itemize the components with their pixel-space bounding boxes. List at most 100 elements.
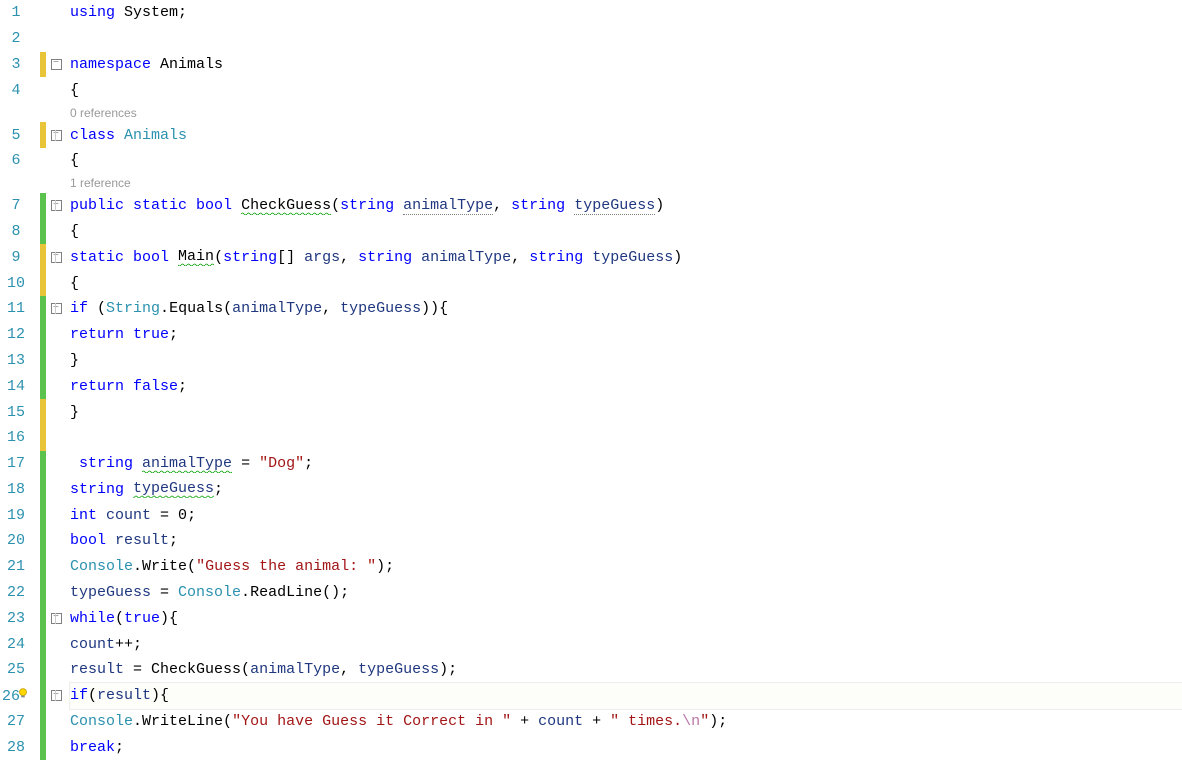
code-line[interactable]: count++; (70, 631, 1182, 657)
code-token: ){ (151, 687, 169, 704)
code-token (124, 481, 133, 498)
gutter-row: 21 (0, 554, 66, 580)
code-line[interactable]: if (String.Equals(animalType, typeGuess)… (70, 296, 1182, 322)
code-token: . (160, 300, 169, 317)
fold-toggle-icon[interactable]: − (51, 690, 62, 701)
code-line[interactable]: return true; (70, 322, 1182, 348)
code-token: typeGuess (583, 249, 673, 266)
code-token: string (223, 249, 277, 266)
change-bar (40, 657, 46, 683)
change-bar (40, 373, 46, 399)
fold-toggle-icon[interactable]: − (51, 613, 62, 624)
codelens-label[interactable]: 0 references (70, 106, 137, 120)
code-line[interactable]: string typeGuess; (70, 476, 1182, 502)
code-token: ; (178, 4, 187, 21)
fold-column: − (46, 252, 66, 263)
line-number: 15 (0, 404, 40, 421)
code-line[interactable]: public static bool CheckGuess(string ani… (70, 193, 1182, 219)
gutter-row: 5− (0, 122, 66, 148)
code-line[interactable]: Console.WriteLine("You have Guess it Cor… (70, 709, 1182, 735)
code-line[interactable]: { (70, 270, 1182, 296)
code-token: String (106, 300, 160, 317)
line-number: 11 (0, 300, 40, 317)
code-token: ( (214, 249, 223, 266)
lightbulb-icon[interactable] (20, 688, 30, 705)
code-line[interactable]: typeGuess = Console.ReadLine(); (70, 580, 1182, 606)
code-token: string (529, 249, 583, 266)
change-bar (40, 631, 46, 657)
code-line[interactable]: 1 reference (70, 174, 1182, 193)
line-number: 6 (0, 152, 40, 169)
code-token: CheckGuess (151, 661, 241, 678)
code-area[interactable]: using System;namespace Animals{ 0 refere… (66, 0, 1182, 760)
code-token: CheckGuess (241, 197, 331, 215)
line-number: 28 (0, 739, 40, 756)
gutter-row: 22 (0, 580, 66, 606)
code-token: , (511, 249, 529, 266)
code-token: ReadLine (250, 584, 322, 601)
change-bar (40, 502, 46, 528)
code-line[interactable]: break; (70, 734, 1182, 760)
gutter-row: 8 (0, 219, 66, 245)
code-token: ++; (115, 636, 142, 653)
code-line[interactable]: while(true){ (70, 605, 1182, 631)
code-line[interactable]: class Animals (70, 122, 1182, 148)
code-line[interactable]: result = CheckGuess(animalType, typeGues… (70, 657, 1182, 683)
fold-toggle-icon[interactable]: − (51, 59, 62, 70)
change-bar (40, 451, 46, 477)
fold-toggle-icon[interactable]: − (51, 200, 62, 211)
code-token: Console (70, 558, 133, 575)
code-line[interactable]: { (70, 219, 1182, 245)
code-token: ; (169, 326, 178, 343)
code-line[interactable]: Console.Write("Guess the animal: "); (70, 554, 1182, 580)
code-token: public (70, 197, 124, 214)
code-line[interactable]: namespace Animals (70, 52, 1182, 78)
fold-toggle-icon[interactable]: − (51, 303, 62, 314)
code-token: ); (376, 558, 394, 575)
code-token: " times. (610, 713, 682, 730)
code-token (394, 197, 403, 214)
code-line[interactable] (70, 26, 1182, 52)
code-token: 0 (178, 507, 187, 524)
code-token: ( (223, 713, 232, 730)
code-token: ) (673, 249, 682, 266)
code-line[interactable]: if(result){ (70, 683, 1182, 709)
code-token: ) (655, 197, 664, 214)
gutter-row: 15 (0, 399, 66, 425)
change-bar (40, 322, 46, 348)
code-token: ; (304, 455, 313, 472)
gutter-row: 18 (0, 476, 66, 502)
code-line[interactable] (70, 425, 1182, 451)
code-line[interactable]: { (70, 148, 1182, 174)
code-line[interactable]: 0 references (70, 103, 1182, 122)
code-token: ( (241, 661, 250, 678)
code-line[interactable]: string animalType = "Dog"; (70, 451, 1182, 477)
code-token: , (493, 197, 511, 214)
code-token: ; (178, 378, 187, 395)
line-number: 12 (0, 326, 40, 343)
code-token: count (97, 507, 151, 524)
code-token: bool (124, 249, 169, 266)
code-line[interactable]: bool result; (70, 528, 1182, 554)
fold-toggle-icon[interactable]: − (51, 130, 62, 141)
code-line[interactable]: } (70, 348, 1182, 374)
code-token: + (583, 713, 610, 730)
change-bar (40, 148, 46, 174)
codelens-label[interactable]: 1 reference (70, 176, 131, 190)
code-line[interactable]: { (70, 77, 1182, 103)
code-line[interactable]: } (70, 399, 1182, 425)
gutter-row: 16 (0, 425, 66, 451)
gutter-row: 19 (0, 502, 66, 528)
change-bar (40, 580, 46, 606)
fold-toggle-icon[interactable]: − (51, 252, 62, 263)
code-token: } (70, 352, 79, 369)
code-token: Animals (115, 127, 187, 144)
code-line[interactable]: using System; (70, 0, 1182, 26)
code-line[interactable]: return false; (70, 373, 1182, 399)
code-token: break (70, 739, 115, 756)
change-bar (40, 399, 46, 425)
code-line[interactable]: static bool Main(string[] args, string a… (70, 244, 1182, 270)
code-line[interactable]: int count = 0; (70, 502, 1182, 528)
code-token: \n (682, 713, 700, 730)
gutter-row: 9− (0, 244, 66, 270)
